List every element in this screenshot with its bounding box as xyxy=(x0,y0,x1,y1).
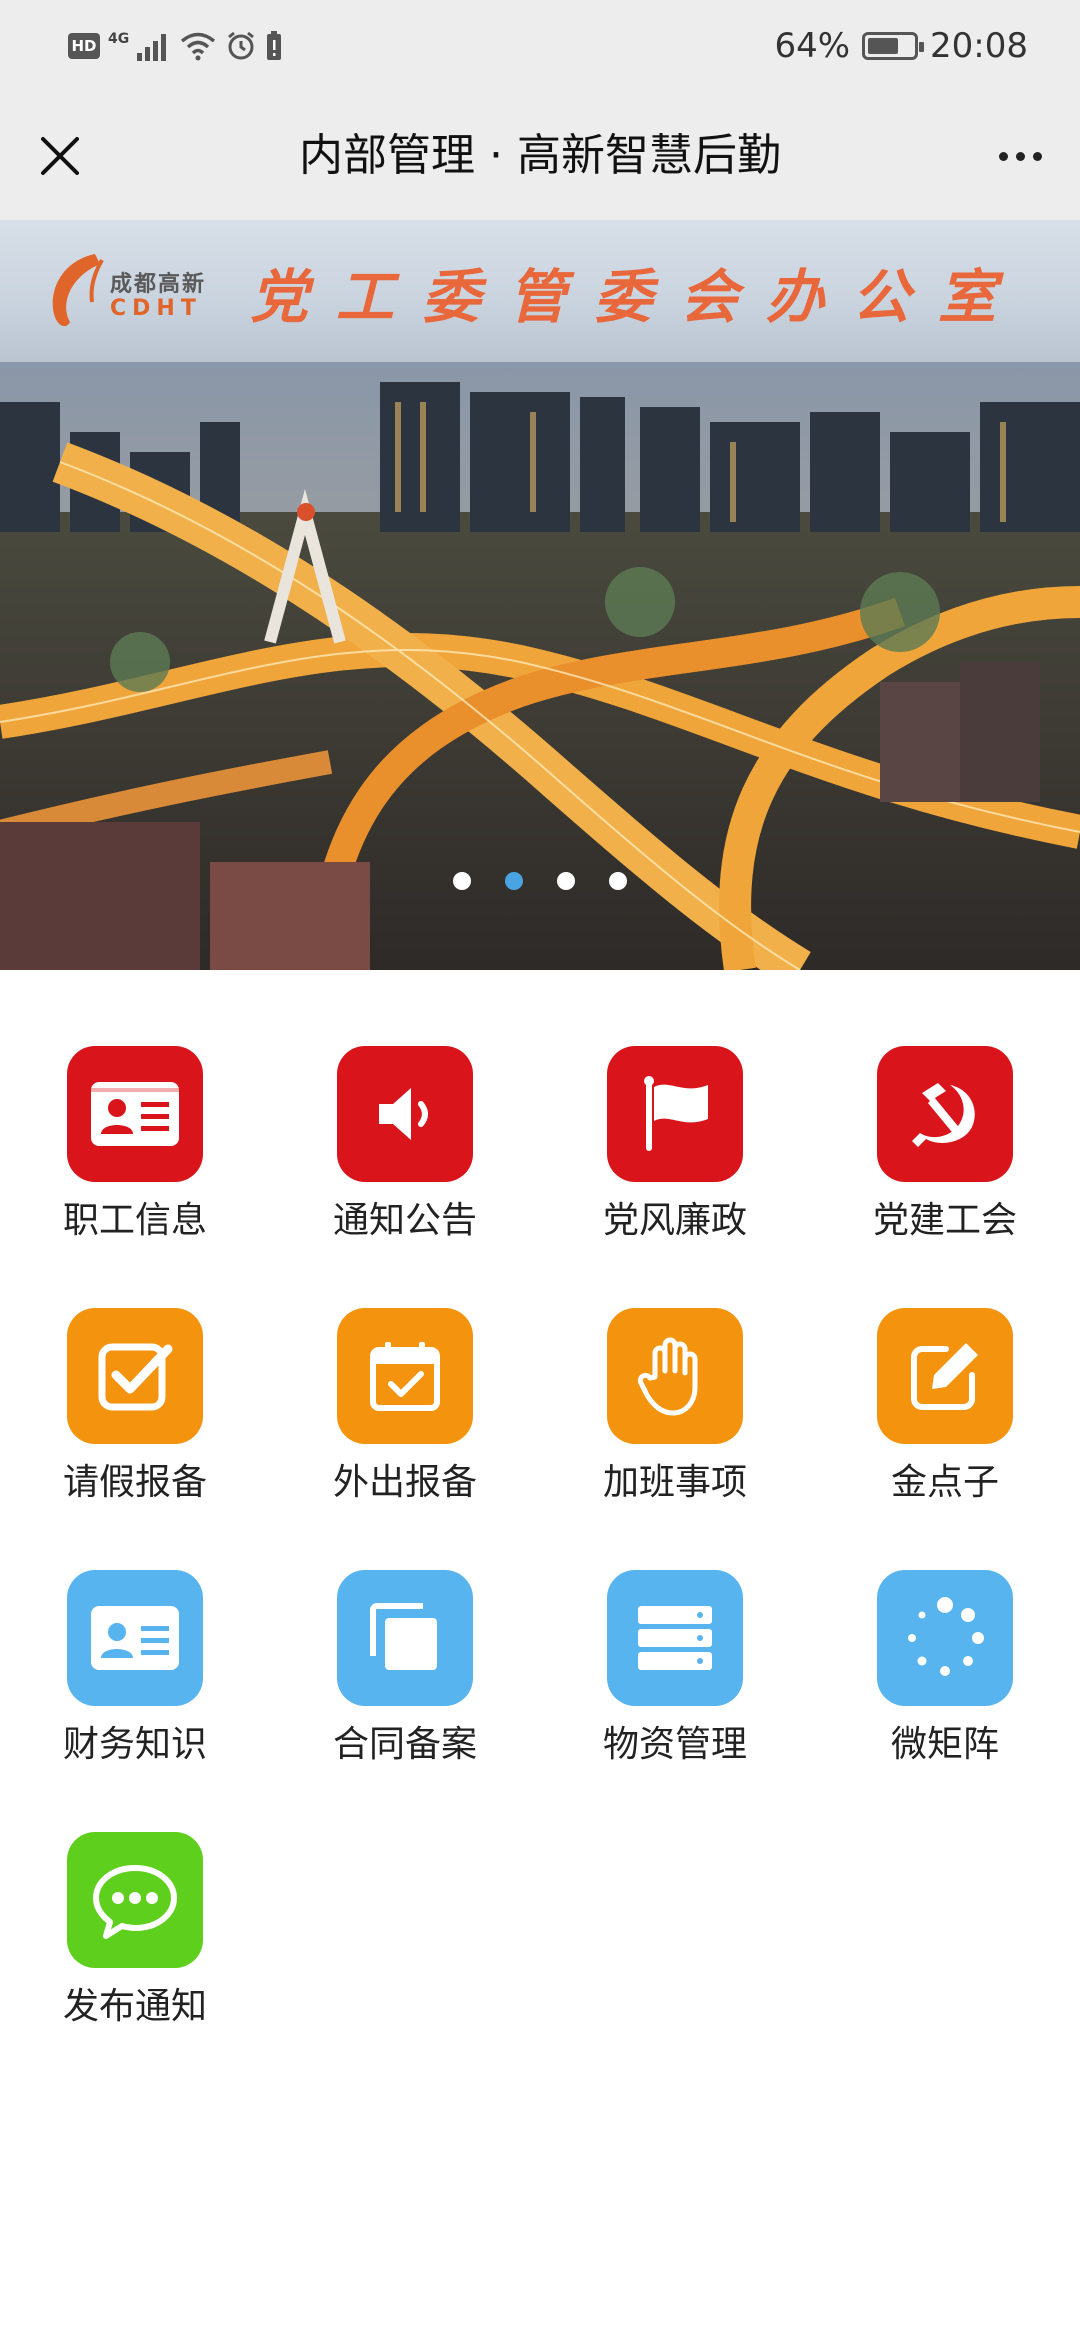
signal-icon xyxy=(137,34,167,61)
more-dot-icon xyxy=(1015,151,1025,161)
menu-row: 发布通知 xyxy=(0,1832,1080,2094)
carousel-dot[interactable] xyxy=(609,872,627,890)
menu-item-notice[interactable]: 通知公告 xyxy=(270,1046,540,1308)
hd-badge: HD xyxy=(68,33,100,59)
menu-label: 外出报备 xyxy=(332,1462,477,1503)
menu-label: 通知公告 xyxy=(332,1200,477,1241)
menu-item-outing-report[interactable]: 外出报备 xyxy=(270,1308,540,1570)
spinner-icon xyxy=(908,1597,984,1676)
hand-icon xyxy=(637,1337,698,1416)
battery-percent: 64% xyxy=(774,26,851,66)
logo-text-cn: 成都高新 xyxy=(110,272,207,297)
checkbox-icon xyxy=(98,1343,173,1411)
menu-item-materials[interactable]: 物资管理 xyxy=(540,1570,810,1832)
menu-row: 财务知识 合同备案 物资管理 微矩阵 xyxy=(0,1570,1080,1832)
hammer-sickle-icon xyxy=(912,1083,975,1147)
alarm-clock-icon xyxy=(228,31,255,60)
menu-row: 职工信息 通知公告 党风廉政 党建工会 xyxy=(0,1046,1080,1308)
menu-item-staff-info[interactable]: 职工信息 xyxy=(0,1046,270,1308)
menu-label: 财务知识 xyxy=(62,1724,207,1765)
menu-label: 党风廉政 xyxy=(602,1200,747,1241)
wifi-icon xyxy=(181,32,216,61)
status-icons-left: HD 4G xyxy=(68,24,283,68)
close-icon xyxy=(41,137,79,175)
menu-tile xyxy=(67,1308,203,1444)
menu-item-integrity[interactable]: 党风廉政 xyxy=(540,1046,810,1308)
menu-tile xyxy=(337,1570,473,1706)
edit-icon xyxy=(911,1343,978,1410)
carousel-dot-active[interactable] xyxy=(505,872,523,890)
menu-label: 发布通知 xyxy=(62,1986,207,2027)
close-button[interactable] xyxy=(24,120,96,192)
menu-row: 请假报备 外出报备 加班事项 金点子 xyxy=(0,1308,1080,1570)
menu-item-finance[interactable]: 财务知识 xyxy=(0,1570,270,1832)
menu-item-party-union[interactable]: 党建工会 xyxy=(810,1046,1080,1308)
title-bar: 内部管理 · 高新智慧后勤 xyxy=(0,92,1080,220)
status-bar: HD 4G 64% 20:08 xyxy=(0,0,1080,92)
carousel-indicators xyxy=(0,872,1080,890)
menu-label: 加班事项 xyxy=(602,1462,747,1503)
banner-carousel[interactable]: 成都高新 CDHT 党工委管委会办公室 xyxy=(0,220,1080,970)
menu-label: 金点子 xyxy=(890,1462,999,1503)
calendar-check-icon xyxy=(370,1342,440,1411)
menu-tile xyxy=(67,1570,203,1706)
menu-label: 合同备案 xyxy=(332,1724,477,1765)
menu-tile xyxy=(67,1832,203,1968)
logo-text-en: CDHT xyxy=(110,296,202,321)
menu-label: 党建工会 xyxy=(872,1200,1017,1241)
menu-tile xyxy=(877,1046,1013,1182)
more-dot-icon xyxy=(998,151,1008,161)
id-card-icon xyxy=(91,1606,179,1670)
menu-tile xyxy=(67,1046,203,1182)
carousel-dot[interactable] xyxy=(453,872,471,890)
copy-icon xyxy=(370,1603,437,1670)
menu-tile xyxy=(877,1308,1013,1444)
menu-tile xyxy=(607,1308,743,1444)
more-dot-icon xyxy=(1032,151,1042,161)
menu-tile xyxy=(607,1046,743,1182)
battery-icon xyxy=(862,32,925,60)
menu-grid: 职工信息 通知公告 党风廉政 党建工会 请假报备 外出报备 加班事项 金点子 财… xyxy=(0,1046,1080,2094)
battery-alert-icon xyxy=(267,31,282,60)
menu-label: 请假报备 xyxy=(62,1462,207,1503)
id-card-icon xyxy=(91,1082,179,1146)
flag-icon xyxy=(644,1076,708,1151)
menu-tile xyxy=(877,1570,1013,1706)
menu-item-micro-matrix[interactable]: 微矩阵 xyxy=(810,1570,1080,1832)
menu-item-overtime[interactable]: 加班事项 xyxy=(540,1308,810,1570)
status-icons-right: 64% 20:08 xyxy=(774,24,1028,68)
menu-tile xyxy=(607,1570,743,1706)
server-icon xyxy=(638,1606,712,1670)
menu-item-contract[interactable]: 合同备案 xyxy=(270,1570,540,1832)
page-title: 内部管理 · 高新智慧后勤 xyxy=(299,130,781,181)
menu-item-ideas[interactable]: 金点子 xyxy=(810,1308,1080,1570)
banner-header: 成都高新 CDHT 党工委管委会办公室 xyxy=(0,220,1080,362)
menu-item-publish-notice[interactable]: 发布通知 xyxy=(0,1832,270,2094)
menu-tile xyxy=(337,1046,473,1182)
speaker-icon xyxy=(379,1088,428,1140)
banner-title: 党工委管委会办公室 xyxy=(250,263,1025,331)
menu-label: 物资管理 xyxy=(602,1724,747,1765)
network-type: 4G xyxy=(108,31,130,47)
menu-label: 微矩阵 xyxy=(890,1724,999,1765)
menu-tile xyxy=(337,1308,473,1444)
menu-label: 职工信息 xyxy=(62,1200,207,1241)
more-button[interactable] xyxy=(984,120,1056,192)
menu-item-leave-report[interactable]: 请假报备 xyxy=(0,1308,270,1570)
clock: 20:08 xyxy=(930,26,1028,66)
carousel-dot[interactable] xyxy=(557,872,575,890)
chat-bubble-icon xyxy=(93,1865,177,1939)
